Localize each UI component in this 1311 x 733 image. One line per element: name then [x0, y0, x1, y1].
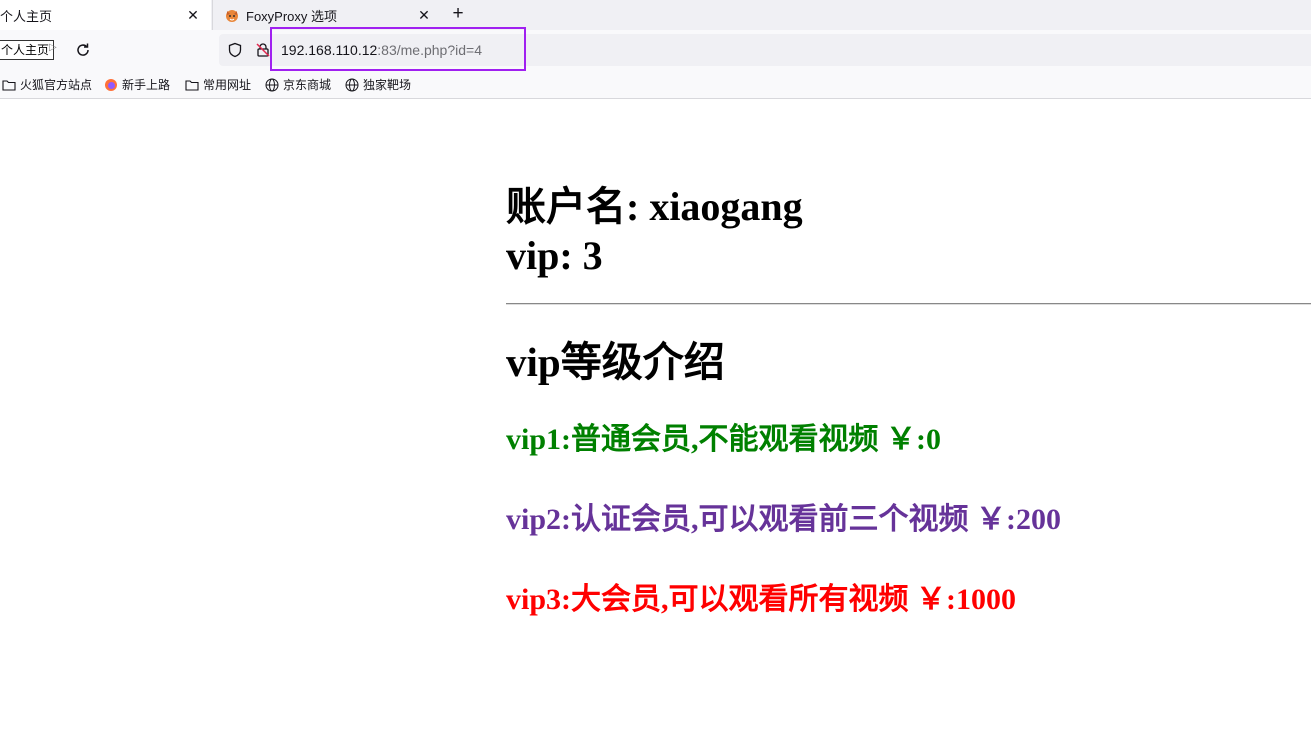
firefox-icon	[105, 78, 117, 91]
vip-level: vip: 3	[506, 233, 603, 278]
bookmark-label: 新手上路	[122, 78, 171, 92]
forward-arrow-icon[interactable]: ▷	[49, 42, 57, 53]
account-name: 账户名: xiaogang	[506, 184, 803, 229]
account-info: 账户名: xiaogang vip: 3	[506, 182, 803, 280]
bookmark-label: 火狐官方站点	[20, 78, 93, 92]
bookmark-common-sites[interactable]: 常用网址	[185, 76, 251, 93]
bookmark-getting-started[interactable]: 新手上路	[104, 76, 170, 93]
tab-title: 个人主页	[0, 8, 53, 24]
globe-icon	[265, 78, 279, 91]
vip1-description: vip1:普通会员,不能观看视频 ￥:0	[506, 423, 941, 456]
foxyproxy-icon	[226, 10, 238, 22]
insecure-lock-icon[interactable]	[255, 42, 271, 58]
url-path: :83/me.php?id=4	[377, 42, 482, 58]
horizontal-rule	[506, 303, 1311, 305]
tab-bar: 个人主页 ✕ FoxyProxy 选项 ✕ +	[0, 0, 1311, 30]
vip2-description: vip2:认证会员,可以观看前三个视频 ￥:200	[506, 503, 1061, 536]
bookmarks-toolbar: 火狐官方站点 新手上路 常用网址 京东商城 独家靶场	[0, 71, 1311, 99]
bookmark-firefox-official[interactable]: 火狐官方站点	[2, 76, 92, 93]
tab-divider	[212, 0, 213, 30]
bookmark-jd-mall[interactable]: 京东商城	[265, 76, 331, 93]
bookmark-label: 常用网址	[203, 78, 252, 92]
folder-icon	[185, 79, 199, 91]
tab-title: FoxyProxy 选项	[246, 8, 338, 24]
url-text[interactable]: 192.168.110.12:83/me.php?id=4	[281, 41, 482, 59]
bookmark-label: 京东商城	[283, 78, 332, 92]
tab-foxyproxy-options[interactable]: FoxyProxy 选项 ✕	[214, 0, 442, 30]
vip3-description: vip3:大会员,可以观看所有视频 ￥:1000	[506, 583, 1016, 616]
new-tab-button[interactable]: +	[448, 2, 468, 26]
navigation-bar: 个人主页 ▷	[0, 30, 1311, 71]
vip-intro-title: vip等级介绍	[506, 339, 725, 385]
tab-personal-home[interactable]: 个人主页 ✕	[0, 0, 211, 30]
folder-icon	[2, 79, 16, 91]
reload-icon[interactable]	[74, 41, 92, 59]
globe-icon	[345, 78, 359, 91]
home-button[interactable]: 个人主页	[0, 40, 55, 60]
close-tab-icon[interactable]: ✕	[416, 7, 432, 23]
bookmark-exclusive-range[interactable]: 独家靶场	[345, 76, 411, 93]
url-host: 192.168.110.12	[281, 42, 378, 58]
bookmark-label: 独家靶场	[363, 78, 412, 92]
close-tab-icon[interactable]: ✕	[185, 7, 201, 23]
shield-icon[interactable]	[227, 42, 243, 58]
